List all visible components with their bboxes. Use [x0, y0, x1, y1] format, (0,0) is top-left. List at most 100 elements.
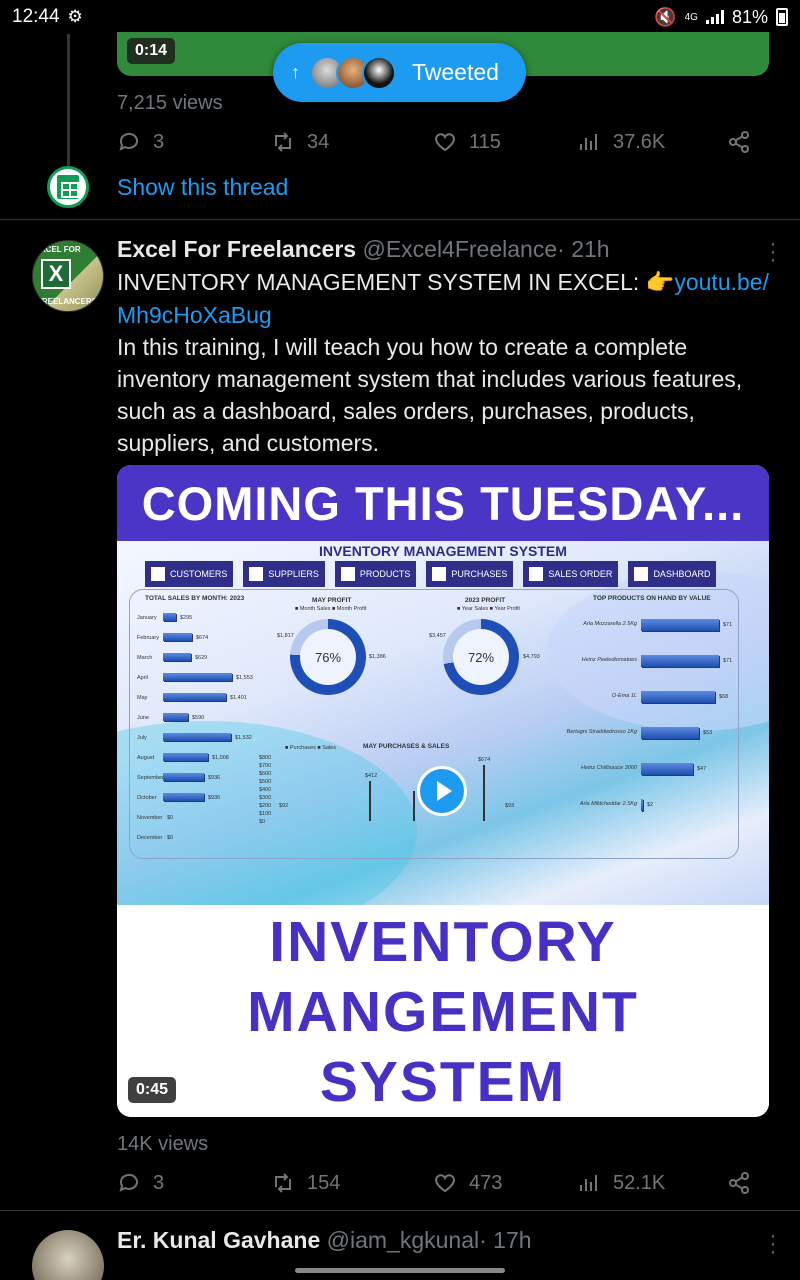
product-value: $47: [697, 766, 707, 772]
home-indicator[interactable]: [295, 1268, 505, 1273]
purchases-title: MAY PURCHASES & SALES: [363, 743, 450, 750]
nav-products: PRODUCTS: [334, 561, 417, 587]
purchase-column: [369, 781, 371, 821]
purchase-column: [413, 791, 415, 821]
author-handle[interactable]: @Excel4Freelance: [362, 236, 557, 262]
may-profit-pct: 76%: [300, 629, 356, 685]
more-options-icon[interactable]: · · ·: [768, 1226, 778, 1262]
analytics-count: 37.6K: [613, 130, 666, 153]
new-tweets-pill[interactable]: ↑ Tweeted: [273, 43, 526, 102]
next-tweet-time: · 17h: [479, 1227, 532, 1253]
dashboard-preview: INVENTORY MANAGEMENT SYSTEM CUSTOMERS SU…: [117, 541, 769, 941]
like-button[interactable]: 473: [433, 1171, 577, 1195]
heart-icon: [435, 133, 455, 152]
dashboard-icon: [634, 567, 649, 581]
month-label: June: [137, 715, 149, 721]
purchases-y-tick: $100: [259, 811, 272, 817]
google-sheets-avatar[interactable]: [47, 166, 89, 208]
retweet-button[interactable]: 154: [271, 1171, 433, 1195]
arrow-up-icon: ↑: [291, 62, 300, 82]
signal-icon: [705, 10, 724, 24]
month-label: March: [137, 655, 153, 661]
purchase-small: $93: [505, 803, 515, 809]
like-button[interactable]: 115: [433, 130, 577, 154]
share-button[interactable]: [727, 1171, 751, 1195]
heart-icon: [435, 1174, 455, 1193]
reply-button[interactable]: 3: [117, 1171, 271, 1195]
may-profit-title: MAY PROFIT: [312, 597, 352, 604]
month-value: $0: [167, 815, 174, 821]
year-profit-left: $3,457: [429, 633, 446, 639]
youtube-link-cont[interactable]: Mh9cHoXaBug: [117, 302, 272, 328]
month-label: October: [137, 795, 157, 801]
purchases-y-tick: $400: [259, 787, 272, 793]
product-bar: [641, 619, 719, 631]
title-line-2: MANGEMENT: [247, 980, 639, 1044]
analytics-icon: [580, 1175, 597, 1191]
show-thread-link[interactable]: Show this thread: [117, 174, 288, 201]
author-name[interactable]: Excel For Freelancers: [117, 236, 356, 262]
month-value: $1,553: [236, 675, 253, 681]
product-value: $2: [647, 802, 654, 808]
youtube-link[interactable]: youtu.be/: [674, 269, 769, 295]
purchases-icon: [432, 567, 447, 581]
purchases-y-tick: $500: [259, 779, 272, 785]
month-bar: [163, 633, 192, 641]
reply-button[interactable]: 3: [117, 130, 271, 154]
pointing-hand-icon: 👉: [645, 270, 675, 296]
battery-percent: 81%: [731, 6, 768, 27]
divider: [0, 219, 800, 220]
month-bar: [163, 713, 188, 721]
play-button[interactable]: [417, 766, 467, 816]
author-avatar[interactable]: EXCEL FOR X FREELANCERS: [32, 240, 104, 312]
next-author-name[interactable]: Er. Kunal Gavhane: [117, 1227, 320, 1253]
video-player[interactable]: COMING THIS TUESDAY... INVENTORY MANAGEM…: [117, 465, 769, 1117]
sales-order-icon: [529, 567, 544, 581]
month-bar: [163, 793, 204, 801]
retweet-count: 34: [307, 130, 330, 153]
clock: 12:44: [12, 6, 60, 27]
pill-label: Tweeted: [412, 59, 499, 85]
analytics-button[interactable]: 52.1K: [577, 1171, 727, 1195]
nav-dashboard: DASHBOARD: [628, 561, 717, 587]
video-title-card: INVENTORY MANGEMENT SYSTEM: [117, 905, 769, 1117]
next-author-avatar[interactable]: [32, 1230, 104, 1280]
previous-video-duration: 0:14: [127, 38, 176, 64]
may-profit-right: $1,386: [369, 654, 386, 660]
product-name: Arla Mozzarella 2.5Kg: [583, 621, 637, 627]
top-products-title: TOP PRODUCTS ON HAND BY VALUE: [593, 595, 711, 602]
month-value: $1,532: [235, 735, 252, 741]
month-label: January: [137, 615, 157, 621]
mute-icon: 🔇: [654, 6, 677, 27]
retweet-button[interactable]: 34: [271, 130, 433, 154]
month-label: December: [137, 835, 163, 841]
month-value: $1,401: [230, 695, 247, 701]
purchase-small: $92: [279, 803, 289, 809]
year-profit-right: $4,793: [523, 654, 540, 660]
retweet-icon: [275, 132, 291, 152]
year-profit-donut: 72%: [443, 619, 519, 695]
purchase-peak: $412: [365, 773, 378, 779]
excel-logo-icon: X: [41, 259, 71, 289]
pill-avatars: [310, 55, 396, 90]
month-value: $0: [167, 835, 174, 841]
product-value: $68: [719, 694, 729, 700]
more-options-icon[interactable]: · · ·: [768, 234, 778, 270]
next-author-handle[interactable]: @iam_kgkunal: [327, 1227, 479, 1253]
reply-count: 3: [153, 1171, 165, 1194]
retweet-icon: [275, 1173, 291, 1193]
purchases-y-tick: $800: [259, 755, 272, 761]
month-label: November: [137, 815, 163, 821]
sales-peak: $674: [478, 757, 491, 763]
analytics-count: 52.1K: [613, 1171, 666, 1194]
nav-sales-order: SALES ORDER: [523, 561, 619, 587]
month-value: $1,008: [212, 755, 229, 761]
month-value: $936: [208, 795, 221, 801]
share-button[interactable]: [727, 130, 751, 154]
may-profit-left: $1,817: [277, 633, 294, 639]
analytics-button[interactable]: 37.6K: [577, 130, 727, 154]
battery-icon: [776, 8, 788, 26]
tweet-header: Excel For Freelancers @Excel4Freelance· …: [117, 236, 610, 263]
product-bar: [641, 727, 699, 739]
settings-gear-icon: ⚙: [67, 7, 83, 26]
